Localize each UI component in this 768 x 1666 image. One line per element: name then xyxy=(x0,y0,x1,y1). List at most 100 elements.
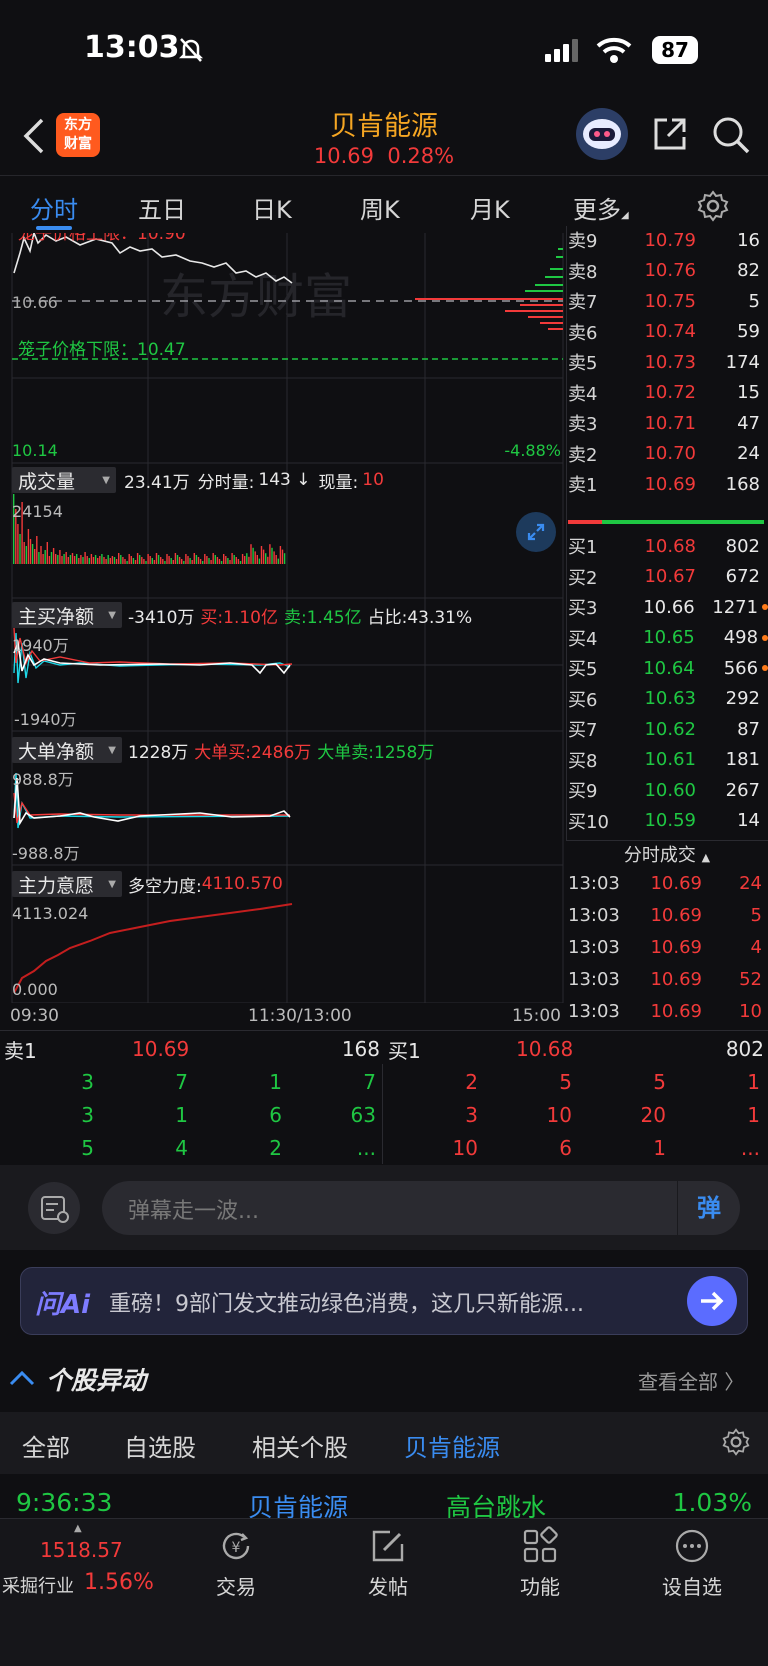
order-book-sell-row[interactable]: 卖6 10.74 59 xyxy=(568,316,768,348)
danmu-settings-icon[interactable] xyxy=(28,1182,80,1234)
tab-more-label: 更多 xyxy=(573,196,621,224)
nav-trade-label: 交易 xyxy=(216,1575,256,1599)
queue-buy-cell: 10 xyxy=(546,1103,572,1127)
order-book-buy-row[interactable]: 买6 10.63 292 xyxy=(568,683,768,715)
sell-volume: 15 xyxy=(737,382,760,403)
volume-bar xyxy=(132,558,135,564)
buy-price: 10.59 xyxy=(644,810,696,831)
order-book-sell-row[interactable]: 卖1 10.69 168 xyxy=(568,468,768,500)
volume-bar xyxy=(25,546,27,564)
volume-bar xyxy=(241,554,244,564)
tab-weekly[interactable]: 周K xyxy=(360,190,400,225)
volume-indicator-select[interactable]: 成交量 ▼ xyxy=(12,467,116,493)
nav-trade[interactable]: ¥ 交易 xyxy=(200,1526,272,1600)
tick-row: 13:03 10.69 5 xyxy=(568,899,768,931)
anomaly-title: 个股异动 xyxy=(46,1366,147,1395)
order-book-buy-row[interactable]: 买9 10.60 267 xyxy=(568,774,768,806)
sell-level-label: 卖2 xyxy=(568,444,598,466)
nav-post[interactable]: 发帖 xyxy=(352,1526,424,1600)
queue-buy-cell: 1 xyxy=(747,1070,760,1094)
industry-label[interactable]: 采掘行业 xyxy=(2,1572,74,1598)
volume-fenshi-prefix: 分时量: xyxy=(197,472,255,493)
volume-bar xyxy=(191,560,193,564)
queue-sell-cell: 1 xyxy=(175,1103,188,1127)
large-order-dot-icon xyxy=(762,665,768,671)
stock-price: 10.69 xyxy=(313,144,375,168)
volume-bar xyxy=(275,555,277,564)
order-book-buy-row[interactable]: 买10 10.59 14 xyxy=(568,805,768,837)
volume-bar xyxy=(262,549,265,564)
sell-level-label: 卖1 xyxy=(568,475,598,496)
fullscreen-expand-icon[interactable] xyxy=(516,512,556,552)
volume-bar xyxy=(111,556,114,564)
order-book-buy-row[interactable]: 买4 10.65 498 xyxy=(568,622,768,654)
danmu-send-button[interactable]: 弹 xyxy=(677,1181,740,1235)
buy-volume: 87 xyxy=(737,718,760,740)
anomaly-row[interactable]: 9:36:33 贝肯能源 高台跳水 1.03% xyxy=(0,1474,768,1522)
ai-logo: 问Ai xyxy=(35,1290,91,1320)
anomaly-view-all[interactable]: 查看全部 〉 xyxy=(638,1366,744,1395)
lower-cage-label: 笼子价格下限：10.47 xyxy=(18,340,186,360)
order-book-buy-row[interactable]: 买7 10.62 87 xyxy=(568,713,768,745)
tick-time: 13:03 xyxy=(568,872,620,894)
chevron-up-icon[interactable] xyxy=(8,1368,36,1392)
volume-bar xyxy=(147,554,149,564)
big-order-sell: 大单卖:1258万 xyxy=(317,742,435,763)
queue-buy-cell: 2 xyxy=(465,1070,478,1094)
anomaly-settings-gear-icon[interactable] xyxy=(722,1428,750,1460)
order-book-sell-row[interactable]: 卖8 10.76 82 xyxy=(568,255,768,287)
buy-level-label: 买8 xyxy=(568,750,598,772)
search-icon[interactable] xyxy=(712,116,750,158)
volume-bar xyxy=(44,550,46,564)
danmu-input[interactable]: 弹幕走一波... 弹 xyxy=(102,1181,740,1235)
anomaly-tab-related[interactable]: 相关个股 xyxy=(252,1428,348,1463)
tab-active-indicator xyxy=(36,226,72,230)
order-book-sell-row[interactable]: 卖2 10.70 24 xyxy=(568,438,768,470)
nav-function[interactable]: 功能 xyxy=(504,1526,576,1600)
nav-add-watch[interactable]: 设自选 xyxy=(656,1526,728,1600)
anomaly-tab-watchlist[interactable]: 自选股 xyxy=(124,1428,196,1463)
order-book-buy-row[interactable]: 买8 10.61 181 xyxy=(568,744,768,776)
queue-sell-cell: ... xyxy=(356,1136,376,1160)
robot-avatar-icon[interactable] xyxy=(576,108,628,160)
queue-sell-cell: 7 xyxy=(175,1070,188,1094)
order-book-sell-row[interactable]: 卖5 10.73 174 xyxy=(568,346,768,378)
share-icon[interactable] xyxy=(652,116,688,156)
volume-bar xyxy=(128,554,130,564)
tab-fenshi[interactable]: 分时 xyxy=(30,190,78,225)
order-book-sell-row[interactable]: 卖3 10.71 47 xyxy=(568,407,768,439)
volume-bar xyxy=(97,558,99,564)
grid-icon xyxy=(523,1526,558,1563)
main-force-power-value: 4110.570 xyxy=(201,874,283,894)
order-book-buy-row[interactable]: 买1 10.68 802 xyxy=(568,530,768,562)
order-book-buy-row[interactable]: 买5 10.64 566 xyxy=(568,652,768,684)
tab-more[interactable]: 更多◢ xyxy=(573,190,629,225)
buy-price: 10.62 xyxy=(644,718,696,740)
order-book-sell-row[interactable]: 卖4 10.72 15 xyxy=(568,377,768,409)
ai-arrow-button[interactable] xyxy=(687,1276,737,1326)
tab-daily[interactable]: 日K xyxy=(252,190,292,225)
anomaly-tab-all[interactable]: 全部 xyxy=(22,1428,70,1463)
ai-banner[interactable]: 问Ai 重磅！9部门发文推动绿色消费，这几只新能源... xyxy=(20,1267,748,1335)
industry-value[interactable]: 1518.57 xyxy=(40,1538,123,1562)
order-book-sell-row[interactable]: 卖9 10.79 16 xyxy=(568,224,768,256)
dropdown-arrow-icon: ▼ xyxy=(102,474,110,486)
volume-bar xyxy=(69,555,72,564)
main-force-indicator-select[interactable]: 主力意愿 ▼ xyxy=(12,871,122,897)
anomaly-tab-stock[interactable]: 贝肯能源 xyxy=(404,1428,500,1463)
order-book-buy-row[interactable]: 买2 10.67 672 xyxy=(568,561,768,593)
sell-price: 10.72 xyxy=(644,382,696,403)
danmu-send-label: 弹 xyxy=(697,1194,721,1222)
main-buy-indicator-select[interactable]: 主买净额 ▼ xyxy=(12,602,122,628)
volume-bar xyxy=(178,557,181,564)
tab-five-day[interactable]: 五日 xyxy=(138,190,186,225)
tab-monthly[interactable]: 月K xyxy=(470,190,510,225)
volume-bar xyxy=(82,557,84,564)
volume-bar xyxy=(160,557,162,564)
order-book-sell-row[interactable]: 卖7 10.75 5 xyxy=(568,285,768,317)
chevron-up-icon: ▲ xyxy=(701,851,711,864)
volume-bar xyxy=(155,553,158,564)
settings-gear-icon[interactable] xyxy=(697,190,729,226)
big-order-indicator-select[interactable]: 大单净额 ▼ xyxy=(12,737,122,763)
order-book-buy-row[interactable]: 买3 10.66 1271 xyxy=(568,591,768,623)
